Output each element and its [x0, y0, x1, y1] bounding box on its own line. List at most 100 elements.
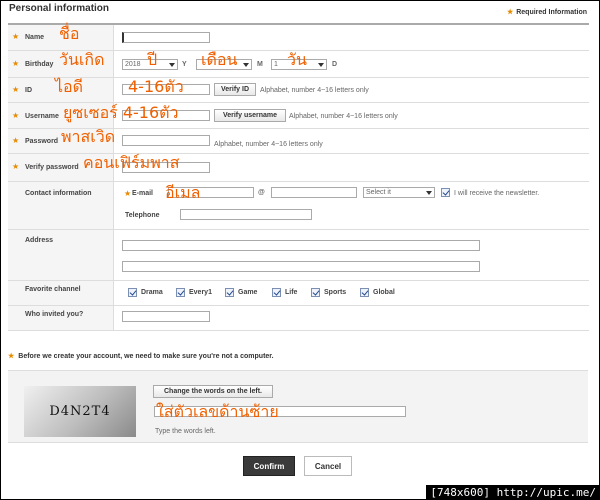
channel-label: Sports: [324, 289, 347, 296]
email-user-input[interactable]: [168, 187, 254, 198]
channel-drama-checkbox[interactable]: [128, 288, 137, 297]
page-title: Personal information: [9, 3, 110, 14]
day-select[interactable]: 1: [271, 59, 327, 70]
label-cell: Address: [8, 230, 114, 280]
channel-label: Life: [285, 289, 298, 296]
star-icon: ★: [506, 9, 514, 16]
invited-input[interactable]: [122, 311, 210, 322]
channel-global-checkbox[interactable]: [360, 288, 369, 297]
address-label: Address: [25, 237, 54, 244]
id-input[interactable]: [122, 84, 210, 95]
captcha-image: D4N2T4: [24, 386, 136, 437]
username-label: Username: [25, 113, 59, 120]
label-cell: ★ Name: [8, 25, 114, 50]
footer-size: [748x600]: [430, 486, 491, 499]
password-label: Password: [25, 138, 59, 145]
row-name: ★ Name: [8, 25, 589, 51]
label-cell: Favorite channel: [8, 281, 114, 305]
verify-id-button[interactable]: Verify ID: [214, 83, 256, 96]
day-unit: D: [332, 61, 338, 68]
captcha-panel: D4N2T4 Change the words on the left. Typ…: [8, 370, 588, 443]
newsletter-label: I will receive the newsletter.: [454, 190, 540, 197]
channel-game-checkbox[interactable]: [225, 288, 234, 297]
star-icon: ★: [12, 59, 20, 68]
verify-password-label: Verify password: [25, 164, 79, 171]
year-select[interactable]: 2018: [122, 59, 178, 70]
row-id: ★ ID Verify ID Alphabet, number 4~16 lett…: [8, 78, 589, 103]
email-domain-input[interactable]: [271, 187, 357, 198]
month-unit: M: [257, 61, 263, 68]
at-sign: @: [258, 189, 265, 196]
birthday-label: Birthday: [25, 61, 54, 68]
invited-label: Who invited you?: [25, 311, 84, 318]
newsletter-checkbox[interactable]: [441, 188, 450, 197]
address-line1-input[interactable]: [122, 240, 480, 251]
channel-sports-checkbox[interactable]: [311, 288, 320, 297]
password-hint: Alphabet, number 4~16 letters only: [214, 141, 323, 148]
star-icon: ★: [124, 189, 132, 198]
row-birthday: ★ Birthday 2018 Y M 1 D: [8, 51, 589, 78]
channel-life-checkbox[interactable]: [272, 288, 281, 297]
row-contact: Contact information ★ E-mail @ Select it…: [8, 182, 589, 230]
id-label: ID: [25, 87, 32, 94]
id-hint: Alphabet, number 4~16 letters only: [260, 87, 369, 94]
row-password: ★ Password Alphabet, number 4~16 letters …: [8, 129, 589, 154]
star-icon: ★: [12, 32, 20, 41]
label-cell: ★ Username: [8, 103, 114, 128]
password-input[interactable]: [122, 135, 210, 146]
name-input[interactable]: [122, 32, 210, 43]
label-cell: ★ Password: [8, 129, 114, 153]
email-label: E-mail: [132, 190, 154, 197]
channel-label: Global: [373, 289, 395, 296]
month-select[interactable]: [196, 59, 252, 70]
channel-every1-checkbox[interactable]: [176, 288, 185, 297]
day-value: 1: [274, 61, 278, 68]
star-icon: ★: [12, 85, 20, 94]
chevron-down-icon: [243, 63, 249, 67]
year-value: 2018: [125, 61, 141, 68]
favorite-label: Favorite channel: [25, 286, 81, 293]
star-icon: ★: [8, 353, 15, 360]
watermark-footer: [748x600] http://upic.me/: [426, 485, 600, 500]
chevron-down-icon: [169, 63, 175, 67]
row-favorite-channel: Favorite channel Drama Every1 Game Life …: [8, 281, 589, 306]
channel-label: Drama: [141, 289, 163, 296]
footer-url: http://upic.me/: [496, 486, 596, 499]
required-legend: ★ Required Information: [507, 8, 587, 16]
star-icon: ★: [12, 111, 20, 120]
captcha-input[interactable]: [154, 406, 406, 417]
change-words-button[interactable]: Change the words on the left.: [153, 385, 273, 398]
label-cell: ★ ID: [8, 78, 114, 102]
verify-username-button[interactable]: Verify username: [214, 109, 286, 122]
label-cell: ★ Birthday: [8, 51, 114, 77]
name-label: Name: [25, 34, 45, 41]
channel-label: Game: [238, 289, 258, 296]
telephone-label: Telephone: [125, 212, 160, 219]
telephone-input[interactable]: [180, 209, 312, 220]
row-username: ★ Username Verify username Alphabet, numb…: [8, 103, 589, 129]
chevron-down-icon: [318, 63, 324, 67]
confirm-button[interactable]: Confirm: [243, 456, 295, 476]
address-line2-input[interactable]: [122, 261, 480, 272]
domain-select-value: Select it: [366, 189, 391, 196]
row-invited: Who invited you?: [8, 306, 589, 331]
year-unit: Y: [182, 61, 187, 68]
captcha-intro-text: Before we create your account, we need t…: [18, 353, 274, 360]
channel-label: Every1: [189, 289, 212, 296]
email-domain-select[interactable]: Select it: [363, 187, 435, 198]
label-cell: Contact information: [8, 182, 114, 229]
chevron-down-icon: [426, 191, 432, 195]
required-label: Required Information: [516, 9, 587, 16]
label-cell: Who invited you?: [8, 306, 114, 330]
row-address: Address: [8, 230, 589, 281]
row-verify-password: ★ Verify password: [8, 154, 589, 182]
verify-password-input[interactable]: [122, 162, 210, 173]
captcha-intro: ★ Before we create your account, we need …: [8, 352, 274, 360]
star-icon: ★: [12, 136, 20, 145]
star-icon: ★: [12, 162, 20, 171]
username-input[interactable]: [122, 110, 210, 121]
captcha-hint: Type the words left.: [155, 428, 216, 435]
label-cell: ★ Verify password: [8, 154, 114, 181]
cancel-button[interactable]: Cancel: [304, 456, 352, 476]
contact-label: Contact information: [25, 190, 92, 197]
